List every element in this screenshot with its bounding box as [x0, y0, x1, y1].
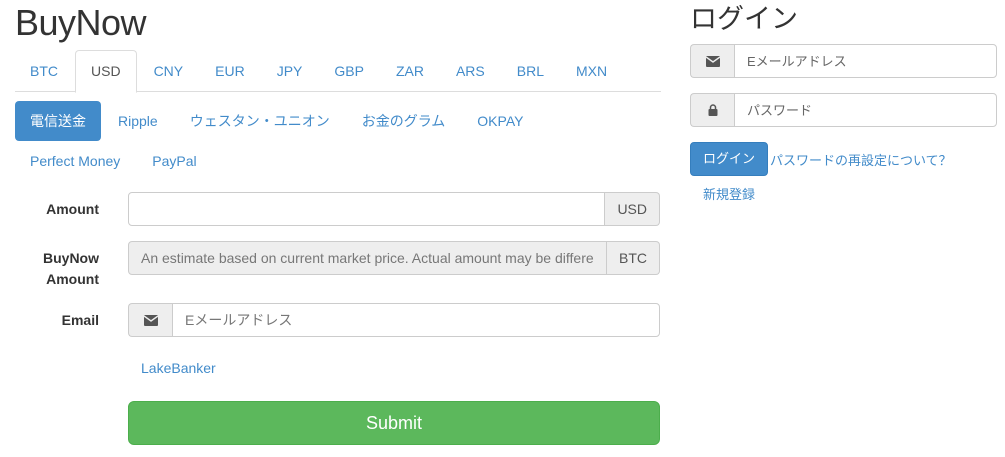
email-input-group	[128, 303, 660, 337]
pill-ripple[interactable]: Ripple	[103, 101, 173, 141]
envelope-icon	[128, 303, 172, 337]
lock-icon	[690, 93, 734, 127]
login-title: ログイン	[690, 4, 798, 34]
amount-label: Amount	[46, 201, 99, 217]
tab-cny[interactable]: CNY	[139, 50, 199, 92]
tab-gbp[interactable]: GBP	[319, 50, 379, 92]
login-password-input[interactable]	[734, 93, 997, 127]
pill-okpay[interactable]: OKPAY	[462, 101, 538, 141]
buynow-amount-input	[128, 241, 607, 275]
email-label: Email	[61, 312, 99, 328]
login-button[interactable]: ログイン	[690, 142, 769, 176]
tab-jpy[interactable]: JPY	[262, 50, 318, 92]
login-email-input[interactable]	[734, 44, 997, 78]
amount-input-group: USD	[128, 192, 660, 226]
tab-brl[interactable]: BRL	[502, 50, 559, 92]
buynow-amount-label: BuyNow Amount	[15, 248, 99, 290]
register-link[interactable]: 新規登録	[703, 184, 755, 203]
login-password-group	[690, 93, 997, 127]
seller-link[interactable]: LakeBanker	[141, 360, 216, 376]
tab-mxn[interactable]: MXN	[561, 50, 622, 92]
buynow-amount-label-line1: BuyNow	[43, 250, 99, 266]
amount-input[interactable]	[128, 192, 606, 226]
tab-zar[interactable]: ZAR	[381, 50, 439, 92]
buynow-currency-addon: BTC	[607, 241, 660, 275]
pill-wire-transfer[interactable]: 電信送金	[15, 101, 101, 141]
tab-eur[interactable]: EUR	[200, 50, 260, 92]
password-reset-link[interactable]: パスワードの再設定について？	[770, 150, 952, 169]
login-panel: ログイン ログイン パスワードの再設定について？ 新規登録	[690, 0, 998, 202]
tab-btc[interactable]: BTC	[15, 50, 73, 92]
pill-western-union[interactable]: ウェスタン・ユニオン	[175, 101, 345, 141]
submit-button[interactable]: Submit	[128, 401, 660, 445]
tab-ars[interactable]: ARS	[441, 50, 500, 92]
tab-usd[interactable]: USD	[75, 50, 137, 93]
currency-tabs: BTC USD CNY EUR JPY GBP ZAR ARS BRL MXN	[15, 50, 661, 93]
email-field[interactable]	[172, 303, 660, 337]
pill-paypal[interactable]: PayPal	[137, 141, 211, 181]
amount-currency-addon: USD	[605, 192, 660, 226]
buynow-amount-input-group: BTC	[128, 241, 660, 275]
payment-method-pills: 電信送金 Ripple ウェスタン・ユニオン お金のグラム OKPAY Perf…	[15, 101, 661, 181]
login-email-group	[690, 44, 997, 78]
envelope-icon	[690, 44, 734, 78]
pill-perfect-money[interactable]: Perfect Money	[15, 141, 135, 181]
buynow-panel: BuyNow BTC USD CNY EUR JPY GBP ZAR ARS B…	[15, 0, 661, 445]
page-title: BuyNow	[15, 2, 147, 43]
pill-moneygram[interactable]: お金のグラム	[347, 101, 461, 141]
buynow-amount-label-line2: Amount	[46, 271, 99, 287]
